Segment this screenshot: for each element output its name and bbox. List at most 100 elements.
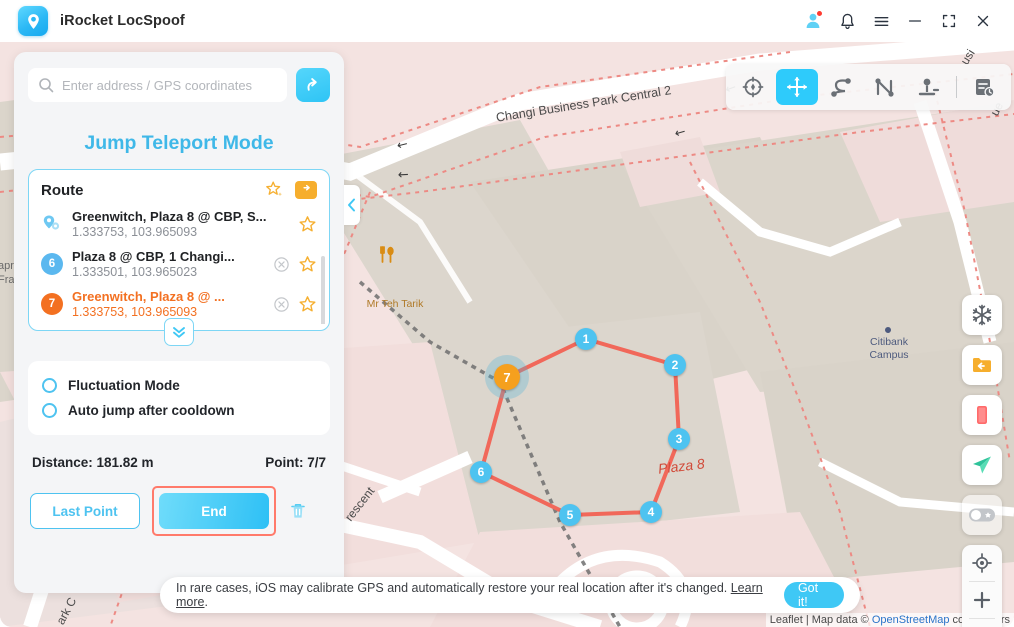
route-list[interactable]: Greenwitch, Plaza 8 @ CBP, S... 1.333753… <box>29 204 329 324</box>
minimize-icon[interactable] <box>898 4 932 38</box>
route-header-actions <box>265 180 317 200</box>
route-item-actions <box>298 215 317 234</box>
fluctuation-mode-label: Fluctuation Mode <box>68 378 180 393</box>
delete-route-button[interactable] <box>288 501 308 521</box>
route-marker-1[interactable]: 1 <box>575 328 597 350</box>
trash-icon <box>291 504 305 518</box>
route-item-name: Greenwitch, Plaza 8 @ CBP, S... <box>72 209 267 224</box>
fluctuation-mode-option[interactable]: Fluctuation Mode <box>42 373 316 398</box>
route-item-actions <box>273 295 317 314</box>
joystick-icon[interactable] <box>908 69 950 105</box>
last-point-button[interactable]: Last Point <box>30 493 140 529</box>
citibank-poi-dot <box>885 327 891 333</box>
route-item-coords: 1.333753, 103.965093 <box>72 225 198 239</box>
two-spot-route-icon[interactable] <box>820 69 862 105</box>
route-card: Route Greenwitch, Plaza 8 @ CBP, S... 1.… <box>28 169 330 346</box>
route-marker-6[interactable]: 6 <box>470 461 492 483</box>
chevron-double-down-icon <box>173 327 185 338</box>
stats-row: Distance: 181.82 m Point: 7/7 <box>32 455 326 470</box>
toggle-switch-icon[interactable] <box>962 495 1002 535</box>
chevron-left-icon <box>348 198 355 212</box>
route-item-coords: 1.333501, 103.965023 <box>72 265 198 279</box>
route-marker-5[interactable]: 5 <box>559 504 581 526</box>
route-item-name: Plaza 8 @ CBP, 1 Changi... <box>72 249 235 264</box>
close-icon[interactable] <box>966 4 1000 38</box>
route-item-text: Greenwitch, Plaza 8 @ CBP, S... 1.333753… <box>72 209 289 239</box>
action-button-row: Last Point End <box>30 486 328 536</box>
star-sparkle-icon[interactable] <box>265 180 285 200</box>
history-records-icon[interactable] <box>963 69 1005 105</box>
attribution-prefix: Leaflet | Map data © <box>769 614 872 626</box>
openstreetmap-link[interactable]: OpenStreetMap <box>872 614 950 626</box>
multi-spot-route-icon[interactable] <box>864 69 906 105</box>
toolbar-divider <box>956 76 957 98</box>
locate-me-icon[interactable] <box>962 545 1002 581</box>
import-folder-icon[interactable] <box>962 345 1002 385</box>
search-box[interactable] <box>28 68 287 102</box>
app-window: ← ← ← ← ↑ Changi Business Park Central 2… <box>0 0 1014 627</box>
route-list-scrollbar[interactable] <box>321 256 325 324</box>
app-title: iRocket LocSpoof <box>60 13 185 29</box>
favorite-star-icon[interactable] <box>298 295 317 314</box>
route-item-name: Greenwitch, Plaza 8 @ ... <box>72 289 225 304</box>
favorite-star-icon[interactable] <box>298 255 317 274</box>
app-logo-icon <box>18 6 48 36</box>
search-row <box>14 52 344 102</box>
toast-message-text: In rare cases, iOS may calibrate GPS and… <box>176 581 731 595</box>
route-card-header: Route <box>29 178 329 204</box>
toast-message: In rare cases, iOS may calibrate GPS and… <box>176 581 774 609</box>
move-mode-icon[interactable] <box>776 69 818 105</box>
left-control-panel: Jump Teleport Mode Route <box>14 52 344 593</box>
search-go-button[interactable] <box>296 68 330 102</box>
route-list-item[interactable]: 6 Plaza 8 @ CBP, 1 Changi... 1.333501, 1… <box>29 244 329 284</box>
panel-title: Jump Teleport Mode <box>84 132 274 154</box>
target-crosshair-icon[interactable] <box>732 69 774 105</box>
favorite-star-icon[interactable] <box>298 215 317 234</box>
zoom-in-icon[interactable] <box>962 582 1002 618</box>
notification-dot <box>816 10 823 17</box>
remove-point-icon[interactable] <box>273 256 290 273</box>
arrow-redo-icon <box>307 77 317 91</box>
distance-value: Distance: 181.82 m <box>32 455 154 470</box>
route-marker-3[interactable]: 3 <box>668 428 690 450</box>
route-item-coords: 1.333753, 103.965093 <box>72 305 198 319</box>
point-value: Point: 7/7 <box>265 455 326 470</box>
map-right-rail <box>962 295 1002 627</box>
zoom-out-icon[interactable] <box>962 619 1002 627</box>
route-list-item[interactable]: Greenwitch, Plaza 8 @ CBP, S... 1.333753… <box>29 204 329 244</box>
got-it-button[interactable]: Got it! <box>783 581 844 609</box>
route-item-text: Plaza 8 @ CBP, 1 Changi... 1.333501, 103… <box>72 249 264 279</box>
route-marker-7-current[interactable]: 7 <box>494 364 520 390</box>
route-header-label: Route <box>41 181 84 199</box>
route-marker-2[interactable]: 2 <box>664 354 686 376</box>
toast-period: . <box>204 595 208 609</box>
notification-bell-icon[interactable] <box>830 4 864 38</box>
cooldown-snowflake-icon[interactable] <box>962 295 1002 335</box>
svg-text:←: ← <box>397 167 409 183</box>
window-controls <box>796 4 1014 38</box>
search-input[interactable] <box>62 77 277 93</box>
auto-jump-radio[interactable] <box>42 403 57 418</box>
title-bar: iRocket LocSpoof <box>0 0 1014 42</box>
auto-jump-option[interactable]: Auto jump after cooldown <box>42 398 316 423</box>
mode-options-card: Fluctuation Mode Auto jump after cooldow… <box>28 361 330 435</box>
remove-point-icon[interactable] <box>273 296 290 313</box>
end-button[interactable]: End <box>159 493 269 529</box>
fluctuation-mode-radio[interactable] <box>42 378 57 393</box>
map-zoom-controls <box>962 545 1002 627</box>
route-item-text: Greenwitch, Plaza 8 @ ... 1.333753, 103.… <box>72 289 264 319</box>
restaurant-poi <box>378 246 398 269</box>
end-button-highlight: End <box>152 486 276 536</box>
folder-import-icon[interactable] <box>295 181 317 199</box>
collapse-panel-handle[interactable] <box>344 185 360 225</box>
route-marker-4[interactable]: 4 <box>640 501 662 523</box>
maximize-icon[interactable] <box>932 4 966 38</box>
route-item-badge: 6 <box>41 253 63 275</box>
account-icon[interactable] <box>796 4 830 38</box>
start-pin-icon <box>41 213 63 235</box>
expand-route-list-button[interactable] <box>164 318 194 346</box>
device-phone-icon[interactable] <box>962 395 1002 435</box>
teleport-send-icon[interactable] <box>962 445 1002 485</box>
menu-icon[interactable] <box>864 4 898 38</box>
map-toolbar <box>726 64 1011 110</box>
